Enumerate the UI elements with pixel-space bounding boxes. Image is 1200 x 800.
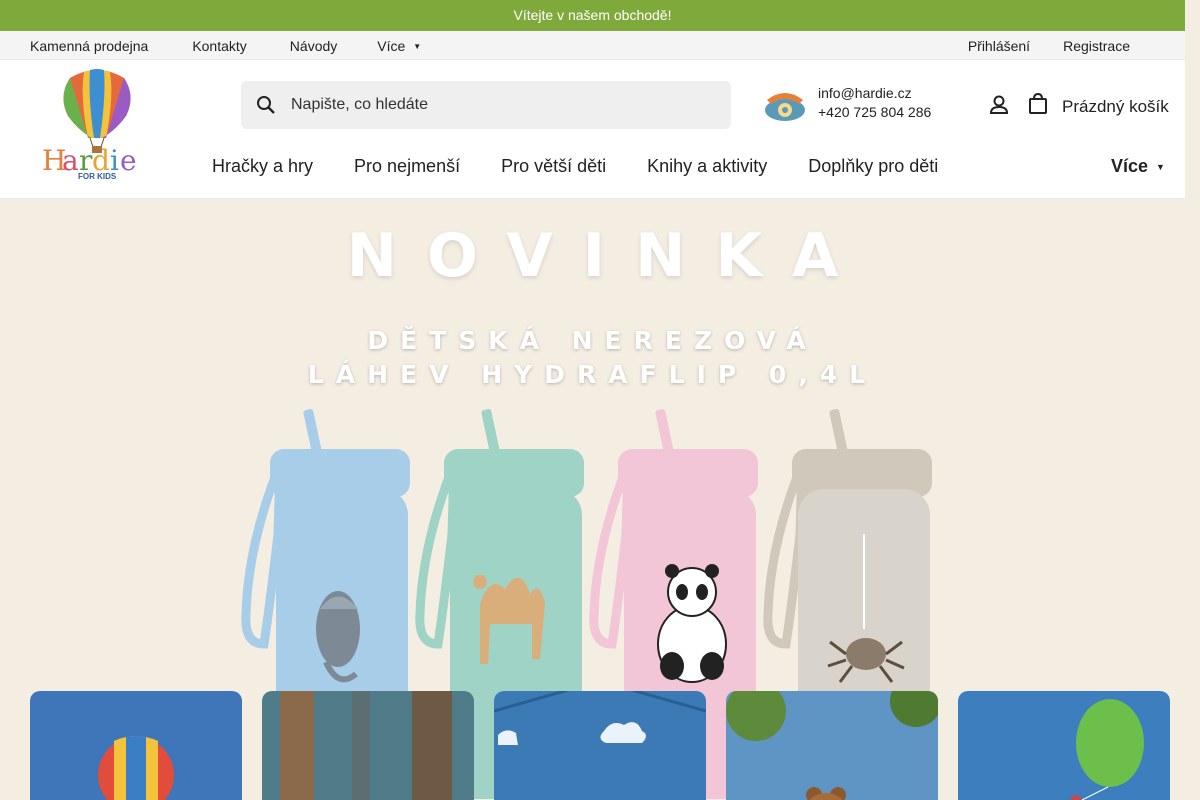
search-icon[interactable]	[241, 81, 291, 129]
main-nav-littlest[interactable]: Pro nejmenší	[354, 156, 460, 177]
contact-info: info@hardie.cz +420 725 804 286	[763, 84, 933, 134]
top-nav-link-guides[interactable]: Návody	[290, 38, 337, 54]
category-cards	[30, 691, 1170, 800]
main-nav-more[interactable]: Více ▼	[1111, 156, 1165, 177]
top-nav: Kamenná prodejna Kontakty Návody Více ▼ P…	[0, 31, 1185, 60]
phone-icon	[763, 88, 807, 127]
category-card-teddy[interactable]	[726, 691, 938, 800]
category-card-balloon[interactable]	[30, 691, 242, 800]
svg-text:e: e	[120, 144, 137, 177]
main-nav: Hračky a hry Pro nejmenší Pro větší děti…	[212, 156, 979, 177]
hero-subtitle-line2: LÁHEV HYDRAFLIP 0,4L	[307, 360, 878, 389]
promo-bar: Vítejte v našem obchodě!	[0, 0, 1185, 31]
search-input[interactable]	[291, 96, 711, 114]
top-nav-link-store[interactable]: Kamenná prodejna	[30, 38, 148, 54]
category-card-green-balloon[interactable]	[958, 691, 1170, 800]
top-nav-link-contacts[interactable]: Kontakty	[192, 38, 246, 54]
contact-phone[interactable]: +420 725 804 286	[818, 103, 933, 122]
category-card-image	[958, 691, 1170, 800]
register-link[interactable]: Registrace	[1063, 38, 1130, 54]
cart-label: Prázdný košík	[1062, 96, 1169, 116]
category-card-sky[interactable]	[494, 691, 706, 800]
chevron-down-icon: ▼	[1156, 162, 1165, 173]
hero-subtitle-line1: DĚTSKÁ NEREZOVÁ	[367, 326, 818, 355]
svg-text:a: a	[62, 144, 79, 177]
category-card-image	[262, 691, 474, 800]
shopping-bag-icon	[1028, 92, 1048, 120]
site-header: H a r d i e FOR KIDS info@hardie.cz +420…	[0, 60, 1185, 199]
hero-banner[interactable]: NOVINKA DĚTSKÁ NEREZOVÁ LÁHEV HYDRAFLIP …	[0, 199, 1185, 800]
main-nav-accessories[interactable]: Doplňky pro děti	[808, 156, 938, 177]
main-nav-older-kids[interactable]: Pro větší děti	[501, 156, 606, 177]
main-nav-more-label: Více	[1111, 156, 1149, 176]
balloon-logo-icon: H a r d i e FOR KIDS	[42, 69, 137, 181]
top-nav-more[interactable]: Více ▼	[377, 38, 421, 54]
svg-text:FOR KIDS: FOR KIDS	[78, 172, 117, 180]
login-link[interactable]: Přihlášení	[968, 38, 1030, 54]
promo-text: Vítejte v našem obchodě!	[513, 7, 672, 23]
site-logo[interactable]: H a r d i e FOR KIDS	[40, 68, 155, 181]
hero-title: NOVINKA	[346, 221, 869, 291]
category-card-image	[30, 691, 242, 800]
category-card-image	[494, 691, 706, 800]
user-icon[interactable]	[988, 94, 1010, 116]
search-bar	[241, 81, 731, 129]
contact-email[interactable]: info@hardie.cz	[818, 84, 933, 103]
main-nav-books[interactable]: Knihy a aktivity	[647, 156, 767, 177]
top-nav-more-label: Více	[377, 37, 406, 54]
category-card-image	[726, 691, 938, 800]
category-card-forest[interactable]	[262, 691, 474, 800]
chevron-down-icon: ▼	[413, 42, 422, 52]
main-nav-toys[interactable]: Hračky a hry	[212, 156, 313, 177]
hero-subtitle: DĚTSKÁ NEREZOVÁ LÁHEV HYDRAFLIP 0,4L	[0, 324, 1185, 392]
cart-button[interactable]: Prázdný košík	[1028, 92, 1169, 120]
